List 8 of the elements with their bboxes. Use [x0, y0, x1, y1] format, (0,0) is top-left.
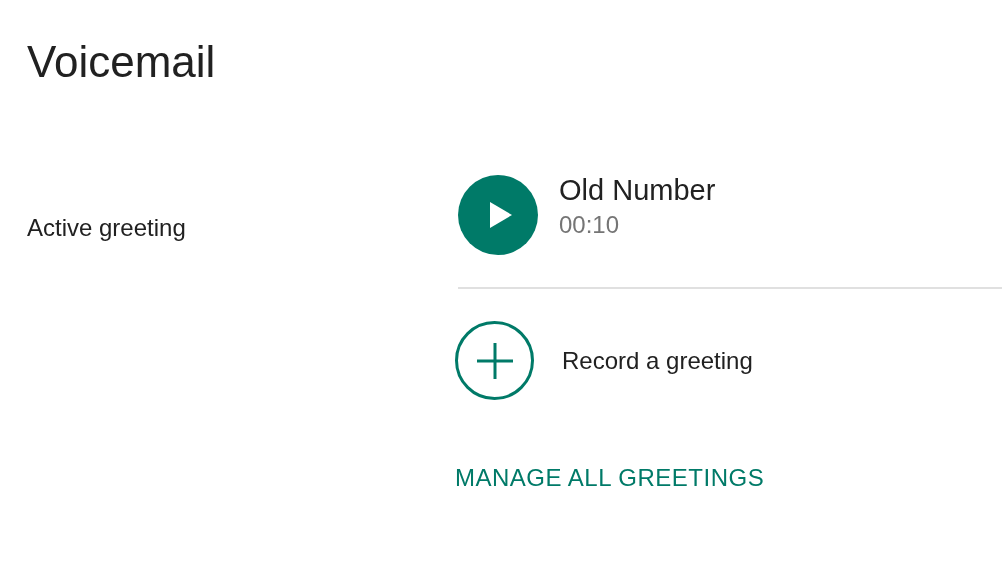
record-label[interactable]: Record a greeting [562, 346, 753, 375]
play-icon [490, 202, 512, 228]
page-title: Voicemail [27, 36, 217, 88]
greeting-duration: 00:10 [559, 210, 621, 240]
section-label: Active greeting [27, 213, 187, 243]
manage-link[interactable]: MANAGE ALL GREETINGS [455, 464, 765, 492]
greeting-name: Old Number [559, 173, 716, 208]
plus-icon [474, 340, 515, 381]
